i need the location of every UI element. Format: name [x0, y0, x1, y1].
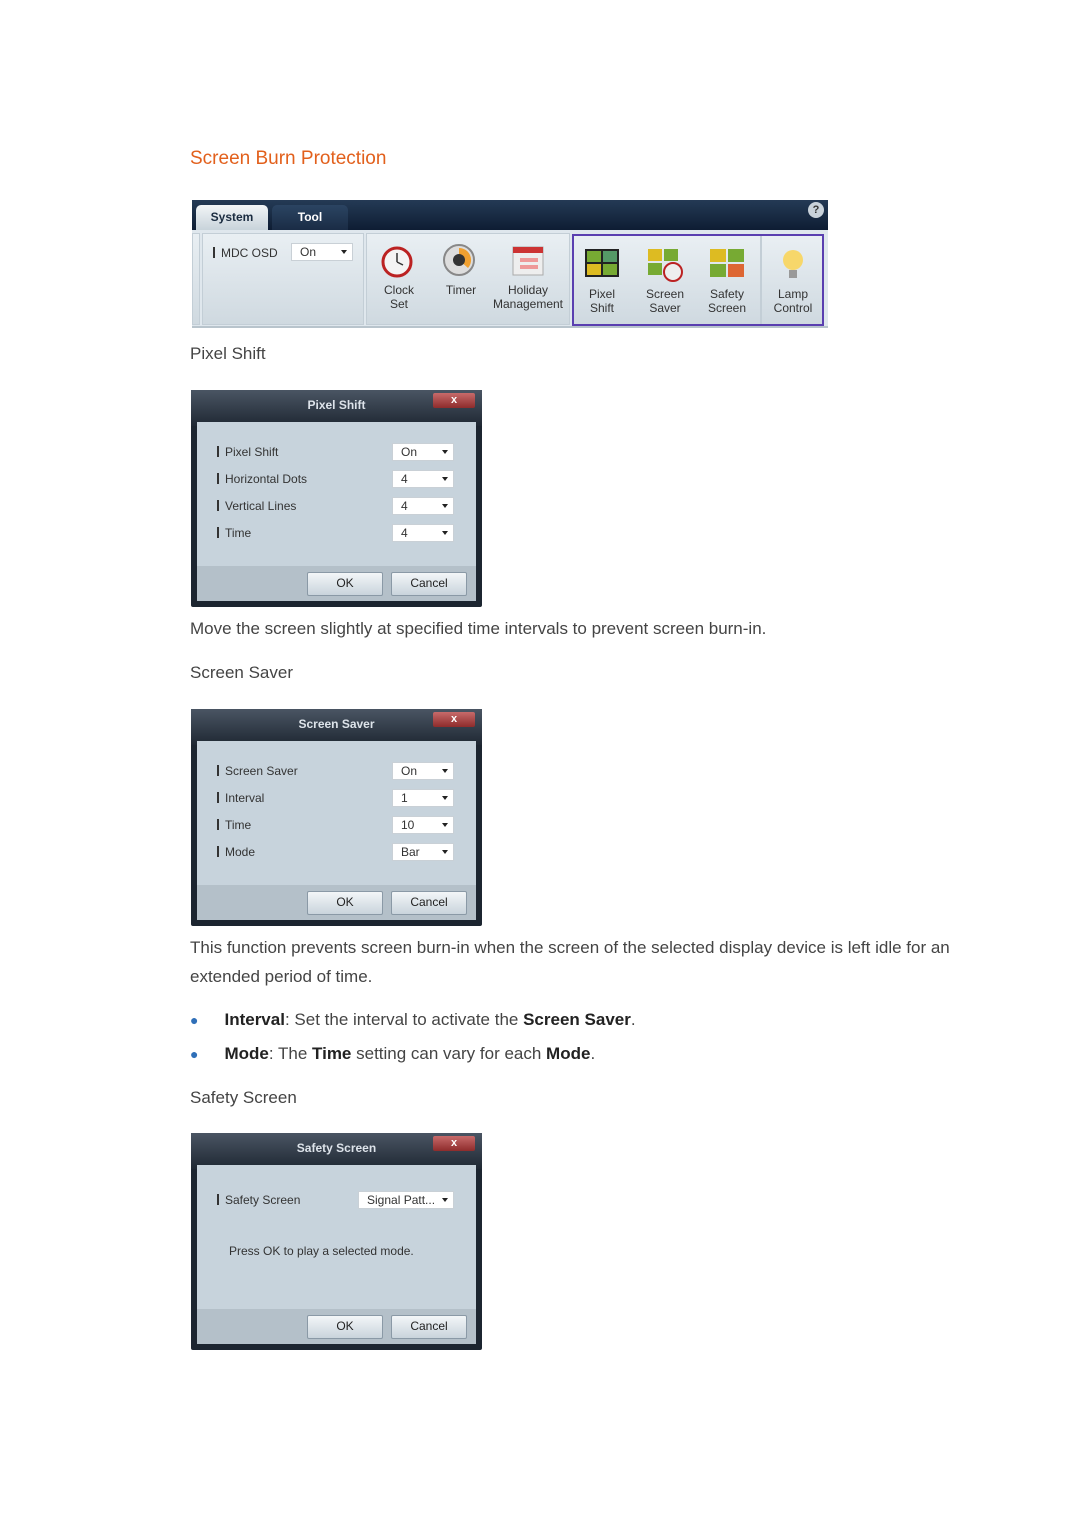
pixel-shift-description: Move the screen slightly at specified ti…: [190, 619, 767, 638]
page: Screen Burn Protection System Tool ? MDC…: [0, 0, 1080, 1527]
chevron-down-icon: [442, 850, 448, 854]
divider: [760, 236, 762, 324]
vertical-lines-label: Vertical Lines: [217, 499, 296, 513]
close-button[interactable]: x: [433, 393, 475, 408]
chevron-down-icon: [442, 769, 448, 773]
time-select[interactable]: 4: [392, 524, 454, 542]
pixel-shift-label: Pixel Shift: [217, 445, 278, 459]
pixel-shift-dialog: Pixel Shift x Pixel Shift On Horizontal …: [191, 390, 482, 607]
ok-button[interactable]: OK: [307, 1315, 383, 1339]
help-icon[interactable]: ?: [808, 202, 824, 218]
mdc-osd-label: MDC OSD: [213, 246, 278, 260]
chevron-down-icon: [442, 450, 448, 454]
page-title: Screen Burn Protection: [190, 148, 387, 169]
calendar-icon: [512, 246, 544, 276]
safety-screen-message: Press OK to play a selected mode.: [229, 1244, 414, 1258]
screen-saver-icon: [648, 249, 683, 282]
screen-saver-label: Screen Saver: [217, 764, 298, 778]
dialog-body: [197, 1165, 476, 1309]
mdc-osd-select[interactable]: On: [291, 243, 353, 261]
safety-screen-dialog: Safety Screen x Safety Screen Signal Pat…: [191, 1133, 482, 1350]
horizontal-dots-label: Horizontal Dots: [217, 472, 307, 486]
pixel-shift-select[interactable]: On: [392, 443, 454, 461]
close-button[interactable]: x: [433, 712, 475, 727]
mdc-osd-panel: MDC OSD On: [202, 233, 364, 325]
chevron-down-icon: [442, 477, 448, 481]
close-button[interactable]: x: [433, 1136, 475, 1151]
safety-screen-icon: [710, 249, 744, 277]
ok-button[interactable]: OK: [307, 572, 383, 596]
pixel-shift-button[interactable]: Pixel Shift: [580, 246, 624, 315]
interval-label: Interval: [217, 791, 264, 805]
chevron-down-icon: [442, 823, 448, 827]
bullet-icon: ●: [190, 1046, 199, 1062]
mode-label: Mode: [217, 845, 255, 859]
timer-button[interactable]: Timer: [441, 242, 481, 297]
clock-set-button[interactable]: Clock Set: [379, 242, 419, 311]
screen-saver-select[interactable]: On: [392, 762, 454, 780]
chevron-down-icon: [341, 250, 347, 254]
ok-button[interactable]: OK: [307, 891, 383, 915]
tab-system[interactable]: System: [196, 205, 268, 230]
pixel-shift-heading: Pixel Shift: [190, 344, 266, 363]
pixel-shift-icon: [585, 249, 619, 277]
safety-screen-select[interactable]: Signal Patt...: [358, 1191, 454, 1209]
burn-protection-group: Pixel Shift Screen Saver Safety Screen Lamp…: [572, 234, 824, 326]
screen-saver-button[interactable]: Screen Saver: [640, 246, 690, 315]
tab-tool[interactable]: Tool: [272, 205, 348, 230]
time-panel: Clock Set Timer Holiday Management: [366, 233, 570, 325]
tab-strip: System Tool ?: [192, 200, 828, 230]
screen-saver-description: This function prevents screen burn-in wh…: [190, 938, 950, 986]
chevron-down-icon: [442, 796, 448, 800]
screen-saver-heading: Screen Saver: [190, 663, 293, 682]
mode-select[interactable]: Bar: [392, 843, 454, 861]
time-label: Time: [217, 818, 251, 832]
lamp-control-button[interactable]: Lamp Control: [770, 246, 816, 315]
cancel-button[interactable]: Cancel: [391, 1315, 467, 1339]
time-label: Time: [217, 526, 251, 540]
cancel-button[interactable]: Cancel: [391, 572, 467, 596]
bullet-interval: ● Interval: Set the interval to activate …: [190, 1010, 636, 1029]
holiday-management-button[interactable]: Holiday Management: [491, 242, 565, 311]
interval-select[interactable]: 1: [392, 789, 454, 807]
horizontal-dots-select[interactable]: 4: [392, 470, 454, 488]
chevron-down-icon: [442, 1198, 448, 1202]
safety-screen-heading: Safety Screen: [190, 1088, 297, 1107]
safety-screen-label: Safety Screen: [217, 1193, 300, 1207]
bullet-mode: ● Mode: The Time setting can vary for eac…: [190, 1044, 596, 1063]
time-select[interactable]: 10: [392, 816, 454, 834]
clock-icon: [381, 246, 413, 278]
light-bulb-icon: [783, 250, 803, 278]
left-edge-panel: [192, 233, 200, 325]
chevron-down-icon: [442, 504, 448, 508]
vertical-lines-select[interactable]: 4: [392, 497, 454, 515]
safety-screen-button[interactable]: Safety Screen: [702, 246, 752, 315]
timer-icon: [443, 244, 475, 276]
chevron-down-icon: [442, 531, 448, 535]
cancel-button[interactable]: Cancel: [391, 891, 467, 915]
bullet-icon: ●: [190, 1012, 199, 1028]
screen-saver-dialog: Screen Saver x Screen Saver On Interval …: [191, 709, 482, 926]
mdc-toolbar: System Tool ? MDC OSD On Clock Set Timer …: [192, 200, 828, 328]
